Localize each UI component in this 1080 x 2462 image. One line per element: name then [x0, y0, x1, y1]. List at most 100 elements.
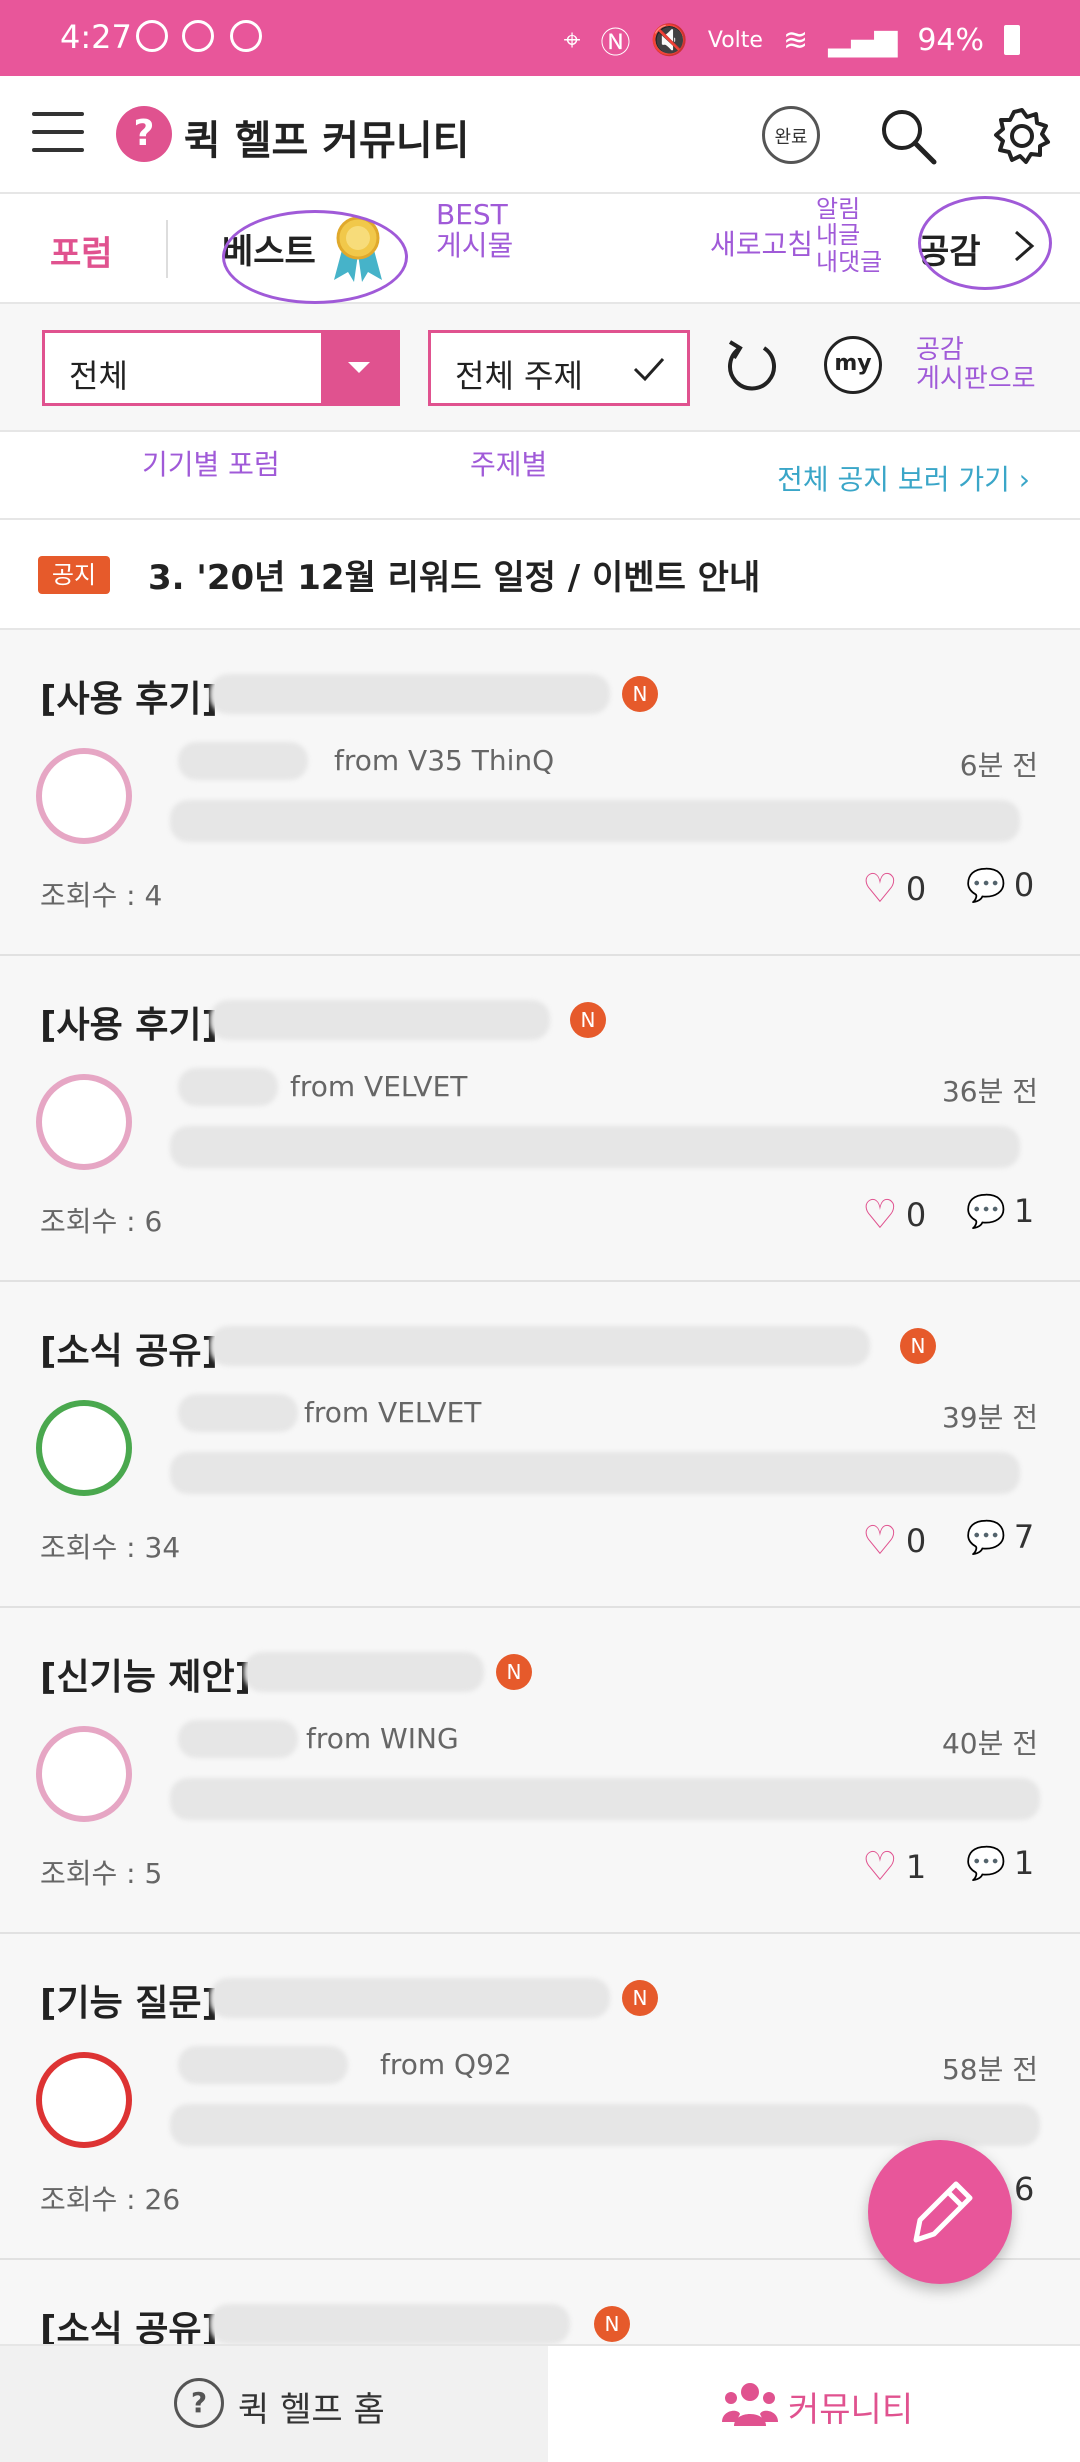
heart-icon: ♡	[862, 1518, 898, 1564]
post-views: 조회수 : 5	[40, 1857, 163, 1890]
comment-button[interactable]: 6	[1014, 2170, 1034, 2208]
volte-icon: Volte	[707, 27, 763, 53]
like-count: 1	[905, 1848, 927, 1886]
avatar[interactable]	[36, 1074, 132, 1170]
avatar[interactable]	[36, 2052, 132, 2148]
all-notices-link[interactable]: 전체 공지 보러 가기 ›	[777, 458, 1030, 498]
like-button[interactable]: ♡ 0	[862, 1192, 926, 1238]
heart-icon: ♡	[862, 1844, 898, 1890]
device-filter-value: 전체	[69, 357, 128, 395]
post-preview-redacted	[170, 1452, 1020, 1494]
annotation-circle	[222, 210, 408, 304]
write-post-button[interactable]	[868, 2140, 1012, 2284]
like-button[interactable]: ♡ 0	[862, 1518, 926, 1564]
post-item[interactable]: [사용 후기] N from V35 ThinQ 6분 전 조회수 : 4 ♡ 0…	[0, 630, 1080, 956]
status-app-icon	[136, 20, 168, 52]
done-button[interactable]: 완료	[762, 106, 820, 164]
post-preview-redacted	[170, 800, 1020, 842]
post-device: from V35 ThinQ	[334, 744, 555, 777]
annotation-device-forum: 기기별 포럼	[142, 448, 280, 481]
post-title-redacted	[244, 1652, 484, 1692]
refresh-icon[interactable]	[720, 334, 784, 398]
avatar[interactable]	[36, 1726, 132, 1822]
new-badge: N	[594, 2306, 630, 2342]
status-app-icon	[182, 20, 214, 52]
post-title-redacted	[210, 674, 610, 714]
post-views: 조회수 : 6	[40, 1205, 163, 1238]
post-title-redacted	[210, 1000, 550, 1040]
annotation-empathy: 공감 게시판으로	[916, 335, 1036, 394]
comment-count: 6	[1014, 2170, 1035, 2208]
nav-home[interactable]: ? 퀵 헬프 홈	[0, 2346, 548, 2462]
notice-title[interactable]: 3. '20년 12월 리워드 일정 / 이벤트 안내	[148, 550, 760, 599]
post-tag: [신기능 제안]	[40, 1657, 252, 1698]
post-device: from Q92	[380, 2048, 512, 2081]
annotation-my-posts: 알림 내글 내댓글	[816, 195, 883, 276]
like-count: 0	[905, 1522, 927, 1560]
post-title-redacted	[210, 1978, 610, 2018]
device-filter-dropdown[interactable]: 전체	[42, 330, 400, 406]
username-redacted	[178, 1394, 298, 1432]
annotation-best: BEST 게시물	[436, 198, 514, 262]
post-device: from VELVET	[304, 1396, 482, 1429]
nav-community[interactable]: 커뮤니티	[548, 2346, 1080, 2462]
quick-help-logo: ?	[116, 106, 172, 162]
like-count: 0	[905, 870, 927, 908]
post-tag: [사용 후기]	[40, 1005, 218, 1046]
post-tag: [사용 후기]	[40, 679, 218, 720]
comment-icon: 💬	[966, 1844, 1006, 1882]
comment-button[interactable]: 💬 7	[966, 1518, 1034, 1556]
app-bar: ? 퀵 헬프 커뮤니티 완료	[0, 76, 1080, 194]
new-badge: N	[570, 1002, 606, 1038]
bottom-nav: ? 퀵 헬프 홈 커뮤니티	[0, 2344, 1080, 2462]
comment-count: 1	[1013, 1844, 1035, 1882]
chevron-down-icon[interactable]	[321, 333, 397, 403]
gear-icon[interactable]	[990, 104, 1054, 168]
annotation-topic: 주제별	[470, 448, 548, 481]
heart-icon: ♡	[862, 1192, 898, 1238]
my-activity-button[interactable]: my	[824, 336, 882, 394]
like-button[interactable]: ♡ 1	[862, 1844, 926, 1890]
username-redacted	[178, 1068, 278, 1106]
post-time: 40분 전	[941, 1727, 1038, 1760]
post-time: 39분 전	[941, 1401, 1038, 1434]
like-count: 0	[905, 1196, 927, 1234]
location-icon: ⌖	[563, 22, 581, 58]
post-preview-redacted	[170, 1778, 1040, 1820]
notice-item[interactable]: 공지 3. '20년 12월 리워드 일정 / 이벤트 안내	[0, 520, 1080, 630]
search-icon[interactable]	[876, 104, 940, 168]
comment-button[interactable]: 💬 0	[966, 866, 1034, 904]
tab-divider	[166, 220, 168, 278]
new-badge: N	[900, 1328, 936, 1364]
pencil-icon	[913, 2181, 973, 2243]
post-tag: [소식 공유]	[40, 1331, 218, 1372]
topic-filter-dropdown[interactable]: 전체 주제	[428, 330, 690, 406]
post-item[interactable]: [소식 공유] N from VELVET 39분 전 조회수 : 34 ♡ 0 …	[0, 1282, 1080, 1608]
app-title: 퀵 헬프 커뮤니티	[184, 118, 470, 164]
post-item[interactable]: [신기능 제안] N from WING 40분 전 조회수 : 5 ♡ 1 💬 1	[0, 1608, 1080, 1934]
post-views: 조회수 : 26	[40, 2183, 181, 2216]
battery-icon	[1004, 25, 1020, 55]
post-item[interactable]: [사용 후기] N from VELVET 36분 전 조회수 : 6 ♡ 0 💬…	[0, 956, 1080, 1282]
notice-badge: 공지	[38, 556, 110, 594]
topic-filter-value: 전체 주제	[455, 357, 583, 395]
like-button[interactable]: ♡ 0	[862, 866, 926, 912]
avatar[interactable]	[36, 1400, 132, 1496]
status-bar: 4:27 ⌖ Ⓝ 🔇 Volte ≋ ▂▄▆ 94%	[0, 0, 1080, 76]
tab-forum[interactable]: 포럼	[50, 226, 113, 275]
avatar[interactable]	[36, 748, 132, 844]
menu-icon[interactable]	[32, 112, 84, 154]
username-redacted	[178, 1720, 298, 1758]
comment-button[interactable]: 💬 1	[966, 1844, 1034, 1882]
post-time: 58분 전	[941, 2053, 1038, 2086]
help-icon: ?	[174, 2378, 224, 2428]
nav-community-label: 커뮤니티	[788, 2390, 914, 2430]
heart-icon: ♡	[862, 866, 898, 912]
post-device: from VELVET	[290, 1070, 468, 1103]
new-badge: N	[622, 1980, 658, 2016]
comment-button[interactable]: 💬 1	[966, 1192, 1034, 1230]
status-time: 4:27	[60, 18, 132, 56]
new-badge: N	[622, 676, 658, 712]
comment-count: 1	[1013, 1192, 1035, 1230]
all-notices-link-label: 전체 공지 보러 가기	[777, 463, 1010, 496]
